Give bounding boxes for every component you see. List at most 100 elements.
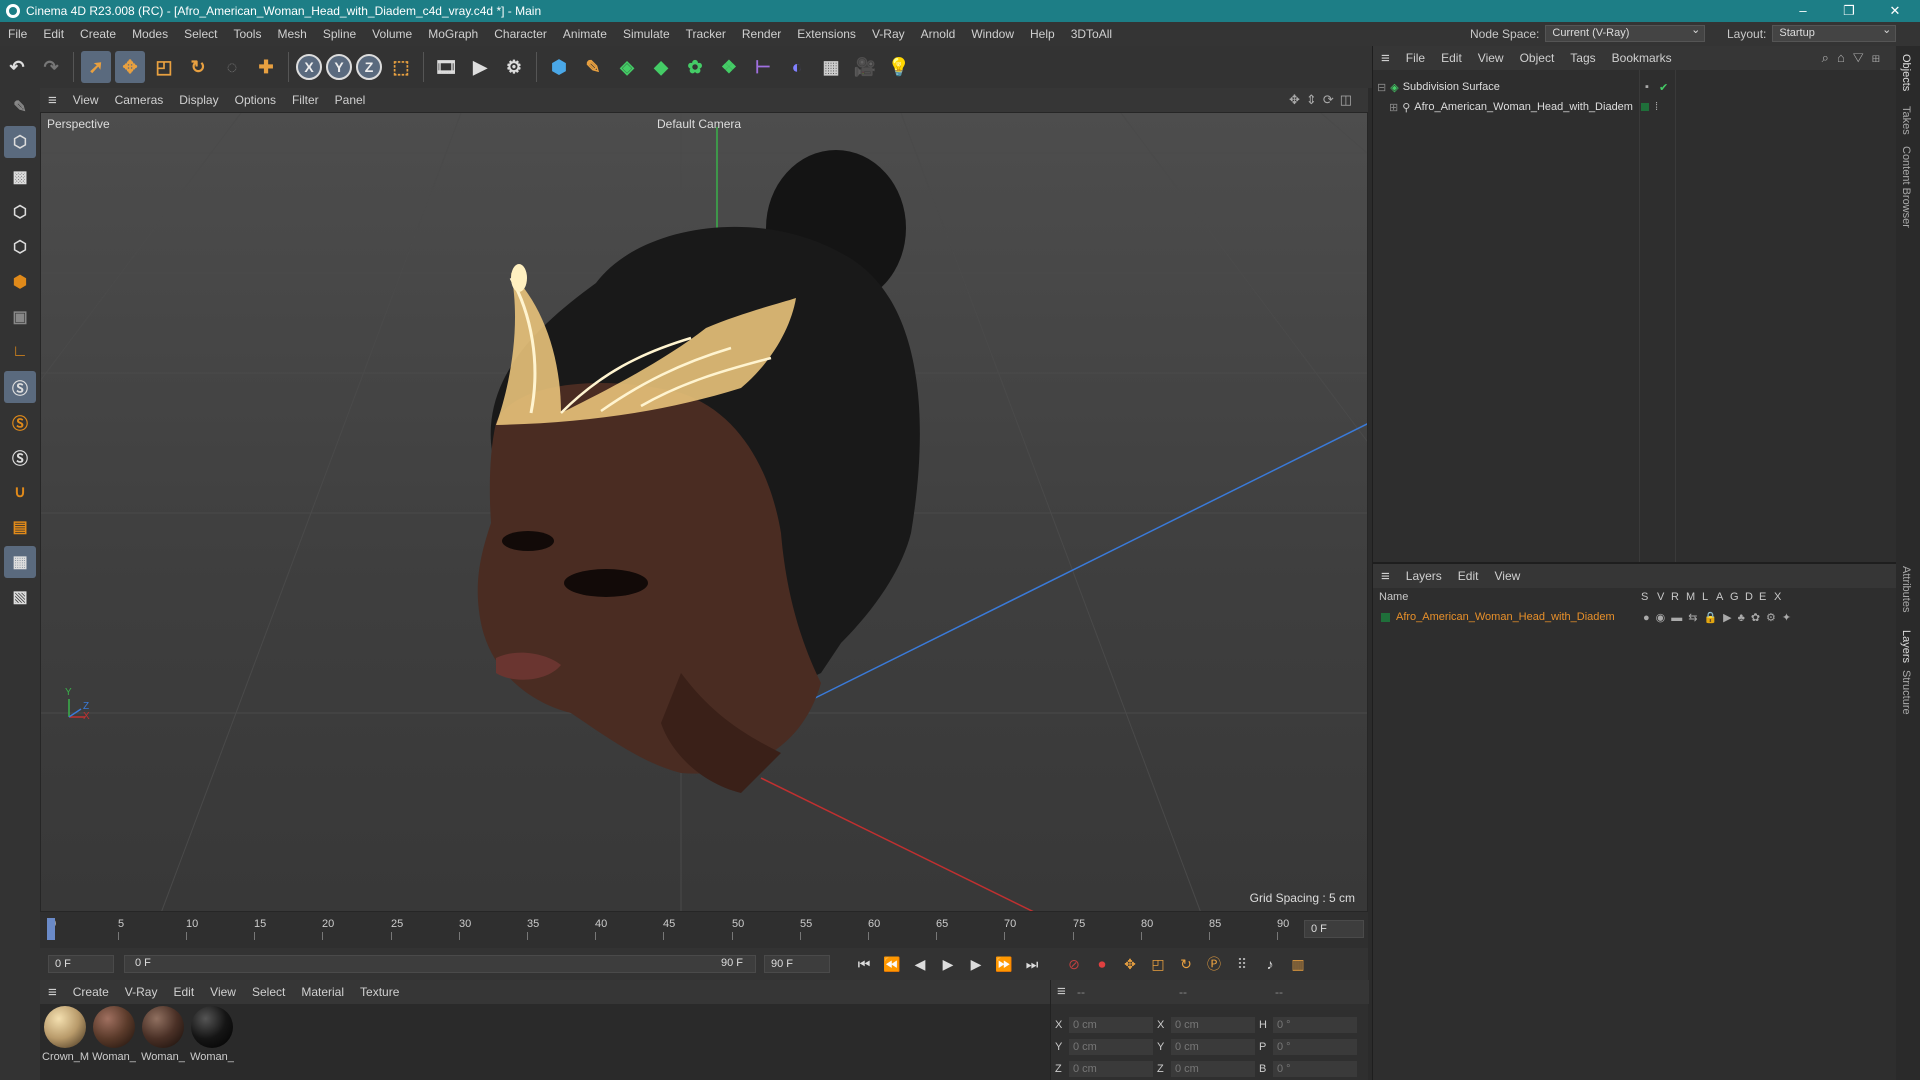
menu-tools[interactable]: Tools [225, 27, 269, 41]
object-menu-bookmarks[interactable]: Bookmarks [1604, 51, 1680, 65]
menu-extensions[interactable]: Extensions [789, 27, 864, 41]
menu-window[interactable]: Window [963, 27, 1022, 41]
menu-vray[interactable]: V-Ray [864, 27, 913, 41]
material-menu-material[interactable]: Material [293, 985, 352, 999]
prev-key-icon[interactable]: ⏪ [880, 952, 904, 976]
visibility-dots-icon[interactable]: ⁞ [1655, 101, 1658, 113]
prev-frame-icon[interactable]: ◀ [908, 952, 932, 976]
layer-flag-locked[interactable]: L [1702, 591, 1708, 603]
menu-volume[interactable]: Volume [364, 27, 420, 41]
layer-flag-manager[interactable]: M [1686, 591, 1695, 603]
light-icon[interactable]: 💡 [884, 51, 914, 83]
material-hamburger-icon[interactable]: ≡ [40, 984, 65, 1001]
material-menu-edit[interactable]: Edit [165, 985, 202, 999]
menu-mesh[interactable]: Mesh [269, 27, 314, 41]
coordinates-hamburger-icon[interactable]: ≡ [1057, 983, 1066, 1000]
rotate-tool-icon[interactable]: ↻ [183, 51, 213, 83]
viewport-menu-filter[interactable]: Filter [284, 93, 327, 107]
play-icon[interactable]: ▶ [936, 952, 960, 976]
tree-expand-icon[interactable]: ⊞ [1389, 101, 1398, 114]
points-mode-icon[interactable]: ⬡ [4, 196, 36, 228]
menu-3dtoall[interactable]: 3DToAll [1063, 27, 1120, 41]
next-frame-icon[interactable]: ▶ [964, 952, 988, 976]
viewport-nav-icons[interactable]: ✥⇕⟳◫ [1289, 92, 1358, 108]
timeline-window-icon[interactable]: ▥ [1286, 952, 1310, 976]
goto-start-icon[interactable]: ⏮ [852, 952, 876, 976]
next-key-icon[interactable]: ⏩ [992, 952, 1016, 976]
cube-primitive-icon[interactable]: ⬢ [544, 51, 574, 83]
menu-help[interactable]: Help [1022, 27, 1063, 41]
menu-tracker[interactable]: Tracker [678, 27, 734, 41]
tab-objects[interactable]: Objects [1900, 54, 1912, 91]
3d-viewport[interactable]: Y Z X Perspective Default Camera Grid Sp… [40, 112, 1368, 912]
layer-flag-icons[interactable]: ●◉▬⇆🔒▶♣✿⚙✦ [1643, 611, 1797, 624]
motion-clip-icon[interactable]: ♪ [1258, 952, 1282, 976]
render-view-icon[interactable]: 🎞 [431, 51, 461, 83]
key-rotation-icon[interactable]: ↻ [1174, 952, 1198, 976]
field-icon[interactable]: ◐ [782, 51, 812, 83]
layer-flag-visible[interactable]: V [1657, 591, 1664, 603]
object-menu-tags[interactable]: Tags [1562, 51, 1603, 65]
select-tool-icon[interactable]: ➚ [81, 51, 111, 83]
end-frame-field[interactable]: 90 F [764, 955, 830, 973]
viewport-perspective-label[interactable]: Perspective [47, 117, 110, 131]
menu-spline[interactable]: Spline [315, 27, 364, 41]
object-menu-object[interactable]: Object [1512, 51, 1563, 65]
axis-mode-icon[interactable]: ∟ [4, 336, 36, 368]
subdivision-surface-icon[interactable]: ◈ [612, 51, 642, 83]
viewport-menu-display[interactable]: Display [171, 93, 226, 107]
menu-simulate[interactable]: Simulate [615, 27, 678, 41]
magnet-icon[interactable]: ∪ [4, 476, 36, 508]
workplane-grid-icon[interactable]: ▤ [4, 511, 36, 543]
rotation-p-field[interactable]: 0 ° [1273, 1039, 1357, 1055]
layer-menu-edit[interactable]: Edit [1450, 569, 1487, 583]
snap-enable-icon[interactable]: Ⓢ [4, 371, 36, 403]
snap-settings-icon[interactable]: Ⓢ [4, 406, 36, 438]
node-space-dropdown[interactable]: Current (V-Ray) [1545, 23, 1706, 42]
material-swatch[interactable]: Woman_ [140, 1006, 186, 1063]
menu-file[interactable]: File [0, 27, 35, 41]
material-swatch[interactable]: Crown_M [42, 1006, 89, 1063]
locked-workplane-icon[interactable]: ▦ [4, 546, 36, 578]
key-position-icon[interactable]: ✥ [1118, 952, 1142, 976]
layer-flag-deformers[interactable]: D [1745, 591, 1753, 603]
recent-tool-icon[interactable]: ◌ [217, 51, 247, 83]
layer-flag-expressions[interactable]: E [1759, 591, 1766, 603]
viewport-menu-view[interactable]: View [65, 93, 107, 107]
current-frame-field[interactable]: 0 F [1304, 920, 1364, 938]
object-hamburger-icon[interactable]: ≡ [1373, 50, 1398, 67]
redo-icon[interactable]: ↷ [36, 51, 66, 83]
position-y-field[interactable]: 0 cm [1069, 1039, 1153, 1055]
tree-collapse-icon[interactable]: ⊟ [1377, 81, 1386, 94]
tab-attributes[interactable]: Attributes [1900, 566, 1912, 612]
frame-ruler[interactable]: 0 5 10 15 20 25 30 35 40 45 50 55 60 65 … [47, 918, 1292, 942]
object-menu-view[interactable]: View [1470, 51, 1512, 65]
visibility-dots-icon[interactable]: ▪ [1645, 81, 1649, 93]
bend-deformer-icon[interactable]: ⊢ [748, 51, 778, 83]
planar-workplane-icon[interactable]: ▧ [4, 581, 36, 613]
layer-flag-render[interactable]: R [1671, 591, 1679, 603]
camera-icon[interactable]: 🎥 [850, 51, 880, 83]
size-y-field[interactable]: 0 cm [1171, 1039, 1255, 1055]
edges-mode-icon[interactable]: ⬡ [4, 231, 36, 263]
material-menu-select[interactable]: Select [244, 985, 293, 999]
enabled-check-icon[interactable]: ✔ [1659, 81, 1668, 94]
layer-menu-view[interactable]: View [1486, 569, 1528, 583]
render-picture-viewer-icon[interactable]: ▶ [465, 51, 495, 83]
autokey-icon[interactable]: ⏺ [1090, 952, 1114, 976]
layer-flag-generators[interactable]: G [1730, 591, 1739, 603]
coordinate-system-icon[interactable]: ⬚ [386, 51, 416, 83]
menu-character[interactable]: Character [486, 27, 555, 41]
object-menu-file[interactable]: File [1398, 51, 1433, 65]
position-x-field[interactable]: 0 cm [1069, 1017, 1153, 1033]
layer-flag-solo[interactable]: S [1641, 591, 1648, 603]
layout-dropdown[interactable]: Startup [1772, 23, 1897, 42]
menu-create[interactable]: Create [72, 27, 124, 41]
layer-flag-xref[interactable]: X [1774, 591, 1781, 603]
layer-flag-animation[interactable]: A [1716, 591, 1723, 603]
floor-icon[interactable]: ▦ [816, 51, 846, 83]
woman-head-model[interactable] [477, 150, 920, 793]
tab-takes[interactable]: Takes [1900, 106, 1912, 135]
start-frame-field[interactable]: 0 F [48, 955, 114, 973]
object-row-head[interactable]: ⊞ ⚲ Afro_American_Woman_Head_with_Diadem… [1389, 98, 1658, 116]
